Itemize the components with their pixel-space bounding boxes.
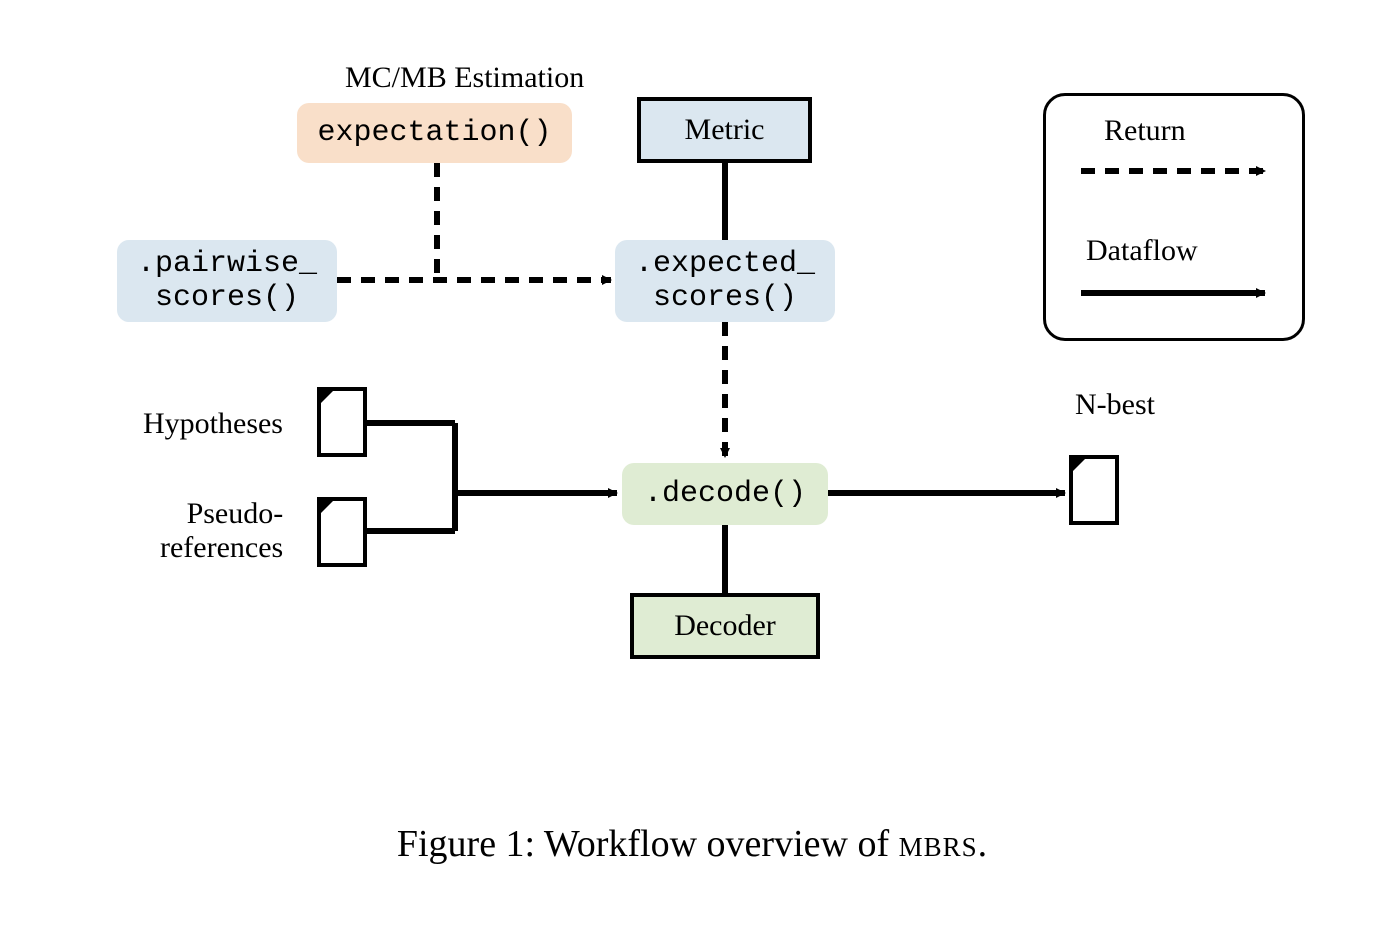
figure-caption: Figure 1: Workflow overview of mbrs.: [0, 822, 1384, 866]
hypotheses-doc-icon: [319, 389, 365, 455]
diagram-svg: [75, 75, 1305, 755]
nbest-doc-icon: [1071, 457, 1117, 523]
workflow-diagram: MC/MB Estimation expectation() Metric .p…: [75, 75, 1305, 755]
pseudo-doc-icon: [319, 499, 365, 565]
caption-name: mbrs: [899, 823, 978, 865]
caption-prefix: Figure 1: Workflow overview of: [397, 823, 899, 865]
caption-suffix: .: [978, 823, 988, 865]
